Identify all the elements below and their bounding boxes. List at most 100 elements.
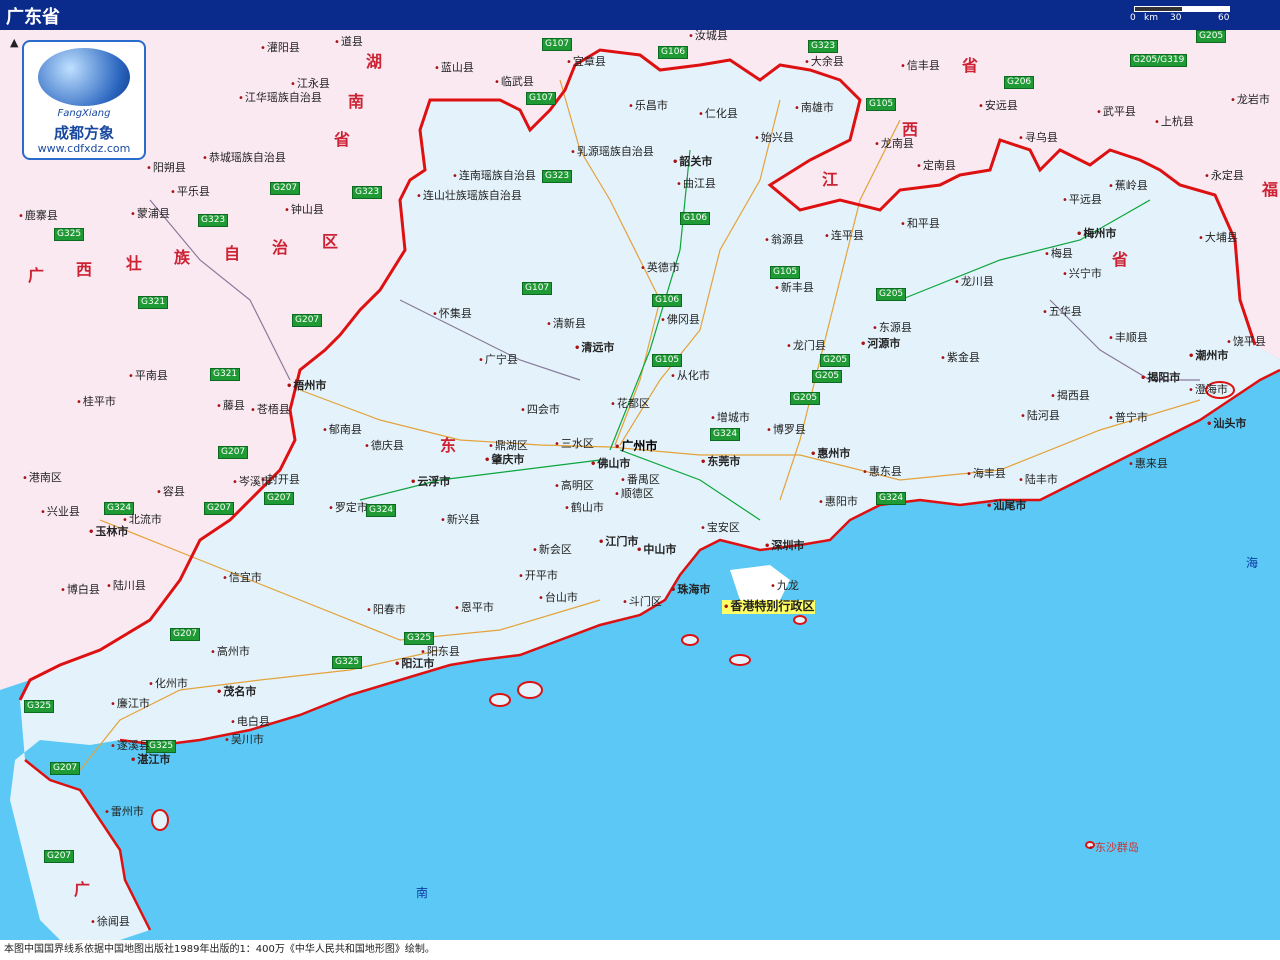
place-label[interactable]: •连南瑶族自治县 — [452, 170, 536, 183]
place-label[interactable]: •灌阳县 — [260, 42, 300, 55]
place-label[interactable]: •高州市 — [210, 646, 250, 659]
place-label[interactable]: •阳江市 — [394, 658, 434, 671]
place-label[interactable]: •陆丰市 — [1018, 474, 1058, 487]
place-label[interactable]: •佛山市 — [590, 458, 630, 471]
place-label[interactable]: •上杭县 — [1154, 116, 1194, 129]
place-label[interactable]: •新丰县 — [774, 282, 814, 295]
place-label[interactable]: •陆川县 — [106, 580, 146, 593]
place-label[interactable]: •曲江县 — [676, 178, 716, 191]
place-label[interactable]: •鼎湖区 — [488, 440, 528, 453]
place-label[interactable]: •紫金县 — [940, 352, 980, 365]
place-label[interactable]: •海丰县 — [966, 468, 1006, 481]
place-label[interactable]: •三水区 — [554, 438, 594, 451]
place-label[interactable]: •蕉岭县 — [1108, 180, 1148, 193]
place-label[interactable]: •始兴县 — [754, 132, 794, 145]
place-label[interactable]: •深圳市 — [764, 540, 804, 553]
place-label[interactable]: •临武县 — [494, 76, 534, 89]
place-label[interactable]: •番禺区 — [620, 474, 660, 487]
place-label[interactable]: •新兴县 — [440, 514, 480, 527]
place-label[interactable]: •韶关市 — [672, 156, 712, 169]
place-label[interactable]: •惠来县 — [1128, 458, 1168, 471]
place-label[interactable]: •汕头市 — [1206, 418, 1246, 431]
place-label[interactable]: •揭阳市 — [1140, 372, 1180, 385]
place-label[interactable]: •鹿寨县 — [18, 210, 58, 223]
place-label[interactable]: •河源市 — [860, 338, 900, 351]
place-label[interactable]: •增城市 — [710, 412, 750, 425]
place-label[interactable]: •怀集县 — [432, 308, 472, 321]
place-label[interactable]: •道县 — [334, 36, 363, 49]
place-label[interactable]: •定南县 — [916, 160, 956, 173]
place-label[interactable]: •普宁市 — [1108, 412, 1148, 425]
place-label[interactable]: •惠东县 — [862, 466, 902, 479]
place-label[interactable]: •花都区 — [610, 398, 650, 411]
place-label[interactable]: •宝安区 — [700, 522, 740, 535]
place-label[interactable]: •澄海市 — [1188, 384, 1228, 397]
place-label[interactable]: •陆河县 — [1020, 410, 1060, 423]
place-label[interactable]: •港南区 — [22, 472, 62, 485]
place-label[interactable]: •揭西县 — [1050, 390, 1090, 403]
place-label[interactable]: •连山壮族瑶族自治县 — [416, 190, 522, 203]
place-label[interactable]: •阳朔县 — [146, 162, 186, 175]
place-label[interactable]: •清新县 — [546, 318, 586, 331]
place-label[interactable]: •香港特别行政区 — [722, 600, 816, 614]
place-label[interactable]: •英德市 — [640, 262, 680, 275]
place-label[interactable]: •恭城瑶族自治县 — [202, 152, 286, 165]
place-label[interactable]: •化州市 — [148, 678, 188, 691]
place-label[interactable]: •平南县 — [128, 370, 168, 383]
place-label[interactable]: •宜章县 — [566, 56, 606, 69]
place-label[interactable]: •恩平市 — [454, 602, 494, 615]
place-label[interactable]: •江华瑶族自治县 — [238, 92, 322, 105]
place-label[interactable]: •大余县 — [804, 56, 844, 69]
place-label[interactable]: •电白县 — [230, 716, 270, 729]
place-label[interactable]: •蓝山县 — [434, 62, 474, 75]
place-label[interactable]: •徐闻县 — [90, 916, 130, 929]
place-label[interactable]: •东沙群岛 — [1088, 842, 1139, 855]
place-label[interactable]: •苍梧县 — [250, 404, 290, 417]
place-label[interactable]: •龙岩市 — [1230, 94, 1270, 107]
place-label[interactable]: •湛江市 — [130, 754, 170, 767]
place-label[interactable]: •丰顺县 — [1108, 332, 1148, 345]
place-label[interactable]: •寻乌县 — [1018, 132, 1058, 145]
place-label[interactable]: •郁南县 — [322, 424, 362, 437]
place-label[interactable]: •江门市 — [598, 536, 638, 549]
place-label[interactable]: •廉江市 — [110, 698, 150, 711]
place-label[interactable]: •兴宁市 — [1062, 268, 1102, 281]
place-label[interactable]: •遂溪县 — [110, 740, 150, 753]
place-label[interactable]: •东源县 — [872, 322, 912, 335]
place-label[interactable]: •平乐县 — [170, 186, 210, 199]
place-label[interactable]: •雷州市 — [104, 806, 144, 819]
place-label[interactable]: •连平县 — [824, 230, 864, 243]
place-label[interactable]: •南雄市 — [794, 102, 834, 115]
place-label[interactable]: •罗定市 — [328, 502, 368, 515]
place-label[interactable]: •惠阳市 — [818, 496, 858, 509]
place-label[interactable]: •梅县 — [1044, 248, 1073, 261]
place-label[interactable]: •开平市 — [518, 570, 558, 583]
place-label[interactable]: •潮州市 — [1188, 350, 1228, 363]
place-label[interactable]: •四会市 — [520, 404, 560, 417]
place-label[interactable]: •东莞市 — [700, 456, 740, 469]
place-label[interactable]: •惠州市 — [810, 448, 850, 461]
place-label[interactable]: •梅州市 — [1076, 228, 1116, 241]
place-label[interactable]: •玉林市 — [88, 526, 128, 539]
place-label[interactable]: •仁化县 — [698, 108, 738, 121]
place-label[interactable]: •广宁县 — [478, 354, 518, 367]
place-label[interactable]: •龙南县 — [874, 138, 914, 151]
place-label[interactable]: •江永县 — [290, 78, 330, 91]
place-label[interactable]: •安远县 — [978, 100, 1018, 113]
place-label[interactable]: •九龙 — [770, 580, 799, 593]
place-label[interactable]: •乐昌市 — [628, 100, 668, 113]
place-label[interactable]: •吴川市 — [224, 734, 264, 747]
place-label[interactable]: •信宜市 — [222, 572, 262, 585]
place-label[interactable]: •岑溪市 — [232, 476, 272, 489]
place-label[interactable]: •茂名市 — [216, 686, 256, 699]
place-label[interactable]: •龙川县 — [954, 276, 994, 289]
place-label[interactable]: •永定县 — [1204, 170, 1244, 183]
place-label[interactable]: •新会区 — [532, 544, 572, 557]
place-label[interactable]: •五华县 — [1042, 306, 1082, 319]
place-label[interactable]: •顺德区 — [614, 488, 654, 501]
place-label[interactable]: •龙门县 — [786, 340, 826, 353]
place-label[interactable]: •肇庆市 — [484, 454, 524, 467]
place-label[interactable]: •斗门区 — [622, 596, 662, 609]
place-label[interactable]: •鹤山市 — [564, 502, 604, 515]
place-label[interactable]: •和平县 — [900, 218, 940, 231]
